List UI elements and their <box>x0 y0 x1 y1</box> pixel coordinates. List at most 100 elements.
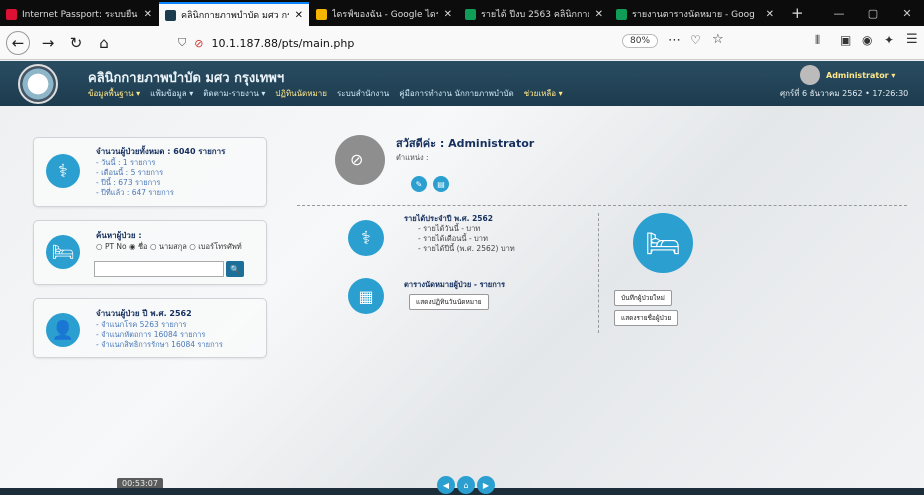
bed-icon: 🛏 <box>46 235 80 269</box>
search-input[interactable] <box>94 261 224 277</box>
tab-appointment-sheet[interactable]: รายงานตารางนัดหมาย - Goog ✕ <box>610 2 780 26</box>
radio-name[interactable]: ◉ <box>129 242 136 251</box>
year-patients-card: 👤 จำนวนผู้ป่วย ปี พ.ศ. 2562 - จำแนกโรค 5… <box>33 298 267 358</box>
tab-favicon <box>616 8 627 20</box>
avatar <box>800 65 820 85</box>
tab-income-sheet[interactable]: รายได้ ปีงบ 2563 คลินิกกายภ ✕ <box>459 2 609 26</box>
radio-phone[interactable]: ○ <box>189 242 196 251</box>
account-icon[interactable]: ◉ <box>862 33 872 47</box>
close-icon[interactable]: ✕ <box>144 9 152 20</box>
menu-item-files[interactable]: แฟ้มข้อมูล ▾ <box>150 87 193 100</box>
income-line: - รายได้ปีนี้ (พ.ศ. 2562) บาท <box>418 244 515 253</box>
close-icon[interactable]: ✕ <box>595 9 603 20</box>
no-image-icon: ⊘ <box>350 150 364 169</box>
home-icon[interactable]: ⌂ <box>457 476 475 494</box>
close-icon[interactable]: ✕ <box>295 10 303 21</box>
new-tab-button[interactable]: + <box>781 2 814 26</box>
total-patients-card: ⚕ จำนวนผู้ป่วยทั้งหมด : 6040 รายการ - วั… <box>33 137 267 207</box>
insecure-lock-icon[interactable]: ⊘ <box>194 37 203 50</box>
address-bar[interactable]: ⛉ ⊘ 10.1.187.88/pts/main.php <box>178 31 698 55</box>
patient-list-button[interactable]: แสดงรายชื่อผู้ป่วย <box>614 310 679 326</box>
shield-icon[interactable]: ⛉ <box>178 36 186 50</box>
radio-ptno[interactable]: ○ <box>96 242 103 251</box>
header-datetime: ศุกร์ที่ 6 ธันวาคม 2562 • 17:26:30 <box>780 89 909 98</box>
app-header: คลินิกกายภาพบำบัด มศว กรุงเทพฯ ข้อมูลพื้… <box>0 61 924 106</box>
year-patients-title: จำนวนผู้ป่วย ปี พ.ศ. 2562 <box>96 309 192 318</box>
menu-item-manual[interactable]: คู่มือการทำงาน นักกายภาพบำบัด <box>399 87 513 100</box>
income-line: - รายได้วันนี้ - บาท <box>418 224 481 233</box>
maximize-icon[interactable]: ▢ <box>856 2 890 26</box>
search-title: ค้นหาผู้ป่วย : <box>96 231 142 240</box>
menu-item-calendar[interactable]: ปฏิทินนัดหมาย <box>275 87 327 100</box>
appointment-section: ตารางนัดหมายผู้ป่วย - รายการ <box>404 280 505 290</box>
appointment-title: ตารางนัดหมายผู้ป่วย - รายการ <box>404 280 505 289</box>
stat-line: - จำแนกหัตถการ 16084 รายการ <box>96 330 206 339</box>
stat-line: - จำแนกสิทธิการรักษา 16084 รายการ <box>96 340 223 349</box>
prev-icon[interactable]: ◀ <box>437 476 455 494</box>
close-icon[interactable]: ✕ <box>766 9 774 20</box>
tab-clinic[interactable]: คลินิกกายภาพบำบัด มศว กรุงเทพฯ✕ <box>159 2 309 26</box>
menu-item-reports[interactable]: ติดตาม-รายงาน ▾ <box>203 87 265 100</box>
search-button[interactable]: 🔍 <box>226 261 244 277</box>
greeting: สวัสดีค่ะ : Administrator <box>396 137 535 150</box>
extension-icon[interactable]: ✦ <box>884 33 894 47</box>
bed-icon: 🛏 <box>633 213 693 273</box>
library-icon[interactable]: ⫴ <box>815 33 820 48</box>
income-line: - รายได้เดือนนี้ - บาท <box>418 234 488 243</box>
new-patient-button[interactable]: บันทึกผู้ป่วยใหม่ <box>614 290 672 306</box>
pocket-icon[interactable]: ♡ <box>690 33 701 47</box>
home-icon[interactable]: ⌂ <box>90 29 118 57</box>
stat-line: - จำแนกโรค 5263 รายการ <box>96 320 187 329</box>
reload-icon[interactable]: ↻ <box>62 29 90 57</box>
doctor-icon: 👤 <box>46 313 80 347</box>
close-icon[interactable]: ✕ <box>444 9 452 20</box>
close-window-icon[interactable]: ✕ <box>890 2 924 26</box>
stat-line: - วันนี้ : 1 รายการ <box>96 158 156 167</box>
bookmark-star-icon[interactable]: ☆ <box>712 32 724 47</box>
clinic-logo <box>18 64 58 104</box>
document-icon: ▤ <box>437 179 445 189</box>
footer-nav: ◀ ⌂ ▶ <box>437 476 495 494</box>
forward-arrow-icon[interactable]: → <box>34 29 62 57</box>
user-menu[interactable]: Administrator ▾ <box>800 65 895 85</box>
tab-internet-passport[interactable]: Internet Passport: ระบบยืนยัน ✕ <box>0 2 158 26</box>
calendar-icon: ▦ <box>348 278 384 314</box>
show-calendar-button[interactable]: แสดงปฏิทินวันนัดหมาย <box>409 294 489 310</box>
stat-line: - เดือนนี้ : 5 รายการ <box>96 168 164 177</box>
divider <box>297 205 907 206</box>
tab-favicon <box>465 8 476 20</box>
document-button[interactable]: ▤ <box>433 176 449 192</box>
menu-icon[interactable]: ☰ <box>906 32 918 47</box>
income-section: รายได้ประจำปี พ.ศ. 2562 - รายได้วันนี้ -… <box>404 214 515 254</box>
sidebar-icon[interactable]: ▣ <box>840 33 851 47</box>
search-icon: 🔍 <box>230 264 240 274</box>
minimize-icon[interactable]: — <box>822 2 856 26</box>
menu-item-help[interactable]: ช่วยเหลือ ▾ <box>524 87 563 100</box>
edit-icon: ✎ <box>415 179 423 189</box>
radio-surname[interactable]: ○ <box>150 242 157 251</box>
search-options: ○ PT No ◉ ชื่อ ○ นามสกุล ○ เบอร์โทรศัพท์ <box>96 242 242 251</box>
edit-profile-button[interactable]: ✎ <box>411 176 427 192</box>
next-icon[interactable]: ▶ <box>477 476 495 494</box>
back-arrow-icon[interactable]: ← <box>6 30 30 55</box>
site-title: คลินิกกายภาพบำบัด มศว กรุงเทพฯ <box>88 71 285 86</box>
position-label: ตำแหน่ง : <box>396 153 429 162</box>
browser-tab-bar: Internet Passport: ระบบยืนยัน ✕ คลินิกกาย… <box>0 0 924 26</box>
tab-favicon <box>316 8 327 20</box>
stat-line: - ปีที่แล้ว : 647 รายการ <box>96 188 174 197</box>
url-text[interactable]: 10.1.187.88/pts/main.php <box>211 37 354 50</box>
patient-search-card: 🛏 ค้นหาผู้ป่วย : ○ PT No ◉ ชื่อ ○ นามสกุ… <box>33 220 267 285</box>
total-patients-title: จำนวนผู้ป่วยทั้งหมด : 6040 รายการ <box>96 147 226 156</box>
tab-google-drive[interactable]: ไดรฟ์ของฉัน - Google ไดรฟ์ ✕ <box>310 2 458 26</box>
divider <box>598 213 599 333</box>
tab-favicon <box>6 8 17 20</box>
income-title: รายได้ประจำปี พ.ศ. 2562 <box>404 214 493 223</box>
user-name[interactable]: Administrator ▾ <box>826 71 895 80</box>
stethoscope-icon: ⚕ <box>46 154 80 188</box>
menu-item-basic-data[interactable]: ข้อมูลพื้นฐาน ▾ <box>88 87 140 100</box>
zoom-level[interactable]: 80% <box>622 34 659 48</box>
main-menu: ข้อมูลพื้นฐาน ▾ แฟ้มข้อมูล ▾ ติดตาม-รายง… <box>88 87 563 100</box>
menu-item-office[interactable]: ระบบสำนักงาน <box>337 87 389 100</box>
stethoscope-icon: ⚕ <box>348 220 384 256</box>
page-actions-icon[interactable]: ⋯ <box>668 33 681 48</box>
